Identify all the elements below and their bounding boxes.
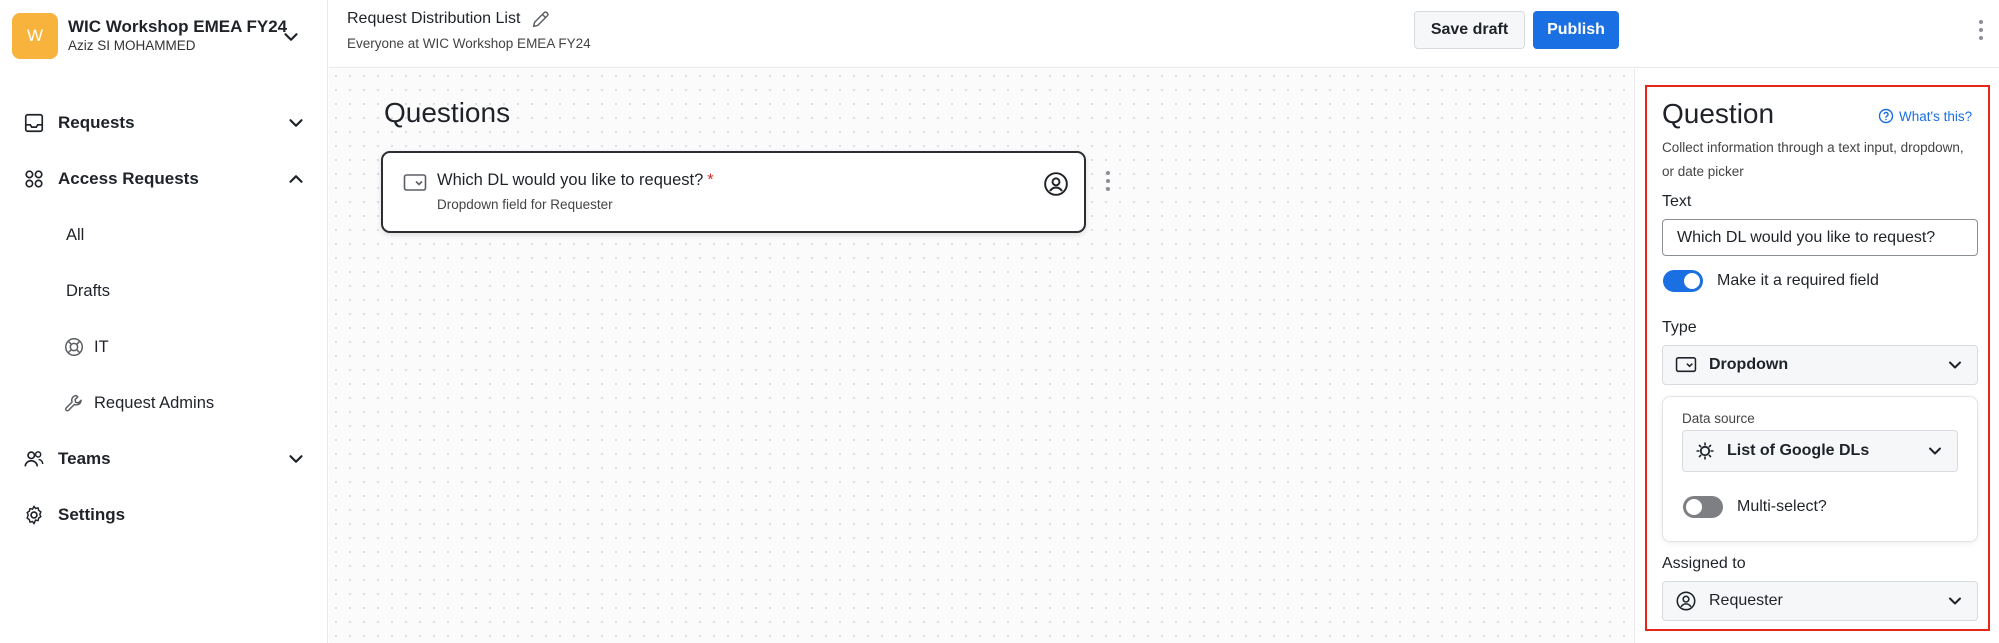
sidebar: W WIC Workshop EMEA FY24 Aziz SI MOHAMME… bbox=[0, 0, 328, 643]
required-toggle[interactable] bbox=[1663, 270, 1703, 292]
whats-this-link[interactable]: What's this? bbox=[1878, 108, 1972, 124]
chevron-down-icon bbox=[1949, 597, 1961, 605]
question-text-label: Which DL would you like to request? bbox=[437, 171, 704, 189]
assigned-to-label: Assigned to bbox=[1662, 555, 1746, 572]
multiselect-toggle-label: Multi-select? bbox=[1737, 498, 1827, 515]
chevron-down-icon[interactable] bbox=[285, 448, 307, 470]
lifebuoy-icon bbox=[62, 335, 86, 359]
publish-button[interactable]: Publish bbox=[1533, 11, 1619, 49]
chevron-down-icon bbox=[1949, 361, 1961, 369]
sidebar-item-label: Requests bbox=[58, 113, 135, 132]
chevron-down-icon bbox=[1929, 447, 1941, 455]
question-text-input[interactable]: Which DL would you like to request? bbox=[1662, 219, 1978, 256]
sidebar-item-settings[interactable]: Settings bbox=[22, 500, 307, 530]
whats-this-label: What's this? bbox=[1899, 108, 1973, 124]
sidebar-item-label: Teams bbox=[58, 449, 111, 468]
multiselect-toggle[interactable] bbox=[1683, 496, 1723, 518]
sidebar-item-label: Access Requests bbox=[58, 169, 199, 188]
question-card[interactable]: Which DL would you like to request? * Dro… bbox=[381, 151, 1086, 233]
sidebar-item-teams[interactable]: Teams bbox=[22, 444, 307, 474]
google-groups-icon bbox=[1696, 442, 1714, 460]
page-subtitle: Everyone at WIC Workshop EMEA FY24 bbox=[347, 36, 591, 51]
sidebar-subitem-all[interactable]: All bbox=[66, 220, 84, 250]
toggle-knob bbox=[1684, 273, 1700, 289]
workspace-user: Aziz SI MOHAMMED bbox=[68, 38, 196, 53]
question-subtitle: Dropdown field for Requester bbox=[437, 197, 613, 212]
gear-icon bbox=[22, 503, 46, 527]
toggle-knob bbox=[1686, 499, 1702, 515]
data-source-select[interactable]: List of Google DLs bbox=[1682, 430, 1958, 472]
sidebar-subitem-drafts[interactable]: Drafts bbox=[66, 276, 110, 306]
sidebar-item-access-requests[interactable]: Access Requests bbox=[22, 164, 307, 194]
apps-icon bbox=[22, 167, 46, 191]
more-vertical-icon[interactable] bbox=[1977, 18, 1985, 42]
panel-title: Question bbox=[1662, 98, 1775, 129]
data-source-label: Data source bbox=[1682, 411, 1755, 426]
workspace-switcher[interactable]: W WIC Workshop EMEA FY24 Aziz SI MOHAMME… bbox=[12, 12, 312, 60]
request-title[interactable]: Request Distribution List bbox=[347, 8, 552, 30]
dropdown-field-icon bbox=[403, 174, 427, 191]
inbox-icon bbox=[22, 111, 46, 135]
sidebar-subitem-label: All bbox=[66, 225, 85, 244]
sidebar-subitem-it[interactable]: IT bbox=[65, 332, 109, 362]
chevron-up-icon[interactable] bbox=[285, 168, 307, 190]
wrench-icon bbox=[62, 391, 86, 415]
top-bar: Request Distribution List Everyone at WI… bbox=[329, 0, 1999, 68]
user-circle-icon bbox=[1675, 590, 1697, 612]
workspace-avatar: W bbox=[12, 13, 58, 59]
assigned-to-select[interactable]: Requester bbox=[1662, 581, 1978, 621]
data-source-value: List of Google DLs bbox=[1727, 442, 1870, 459]
sidebar-item-label: Settings bbox=[58, 505, 126, 524]
save-draft-button[interactable]: Save draft bbox=[1414, 11, 1525, 49]
sidebar-subitem-label: Drafts bbox=[66, 281, 111, 300]
type-select[interactable]: Dropdown bbox=[1662, 345, 1978, 385]
text-label: Text bbox=[1662, 193, 1692, 210]
questions-heading: Questions bbox=[384, 97, 511, 128]
sidebar-subitem-label: Request Admins bbox=[94, 393, 215, 412]
user-circle-icon bbox=[1044, 172, 1068, 196]
sidebar-subitem-request-admins[interactable]: Request Admins bbox=[65, 388, 215, 418]
more-vertical-icon[interactable] bbox=[1104, 169, 1112, 193]
questions-canvas: Questions Which DL would you like to req… bbox=[329, 69, 1633, 643]
chevron-down-icon[interactable] bbox=[285, 112, 307, 134]
dropdown-field-icon bbox=[1675, 354, 1697, 376]
people-icon bbox=[22, 447, 46, 471]
pencil-icon[interactable] bbox=[530, 8, 552, 30]
chevron-down-icon[interactable] bbox=[280, 26, 302, 48]
required-toggle-label: Make it a required field bbox=[1717, 272, 1879, 289]
question-text: Which DL would you like to request? * bbox=[437, 171, 714, 190]
type-label: Type bbox=[1662, 319, 1697, 336]
required-mark: * bbox=[707, 171, 714, 189]
help-circle-icon bbox=[1878, 108, 1894, 124]
page-title: Request Distribution List bbox=[347, 10, 521, 27]
sidebar-subitem-label: IT bbox=[94, 337, 109, 356]
sidebar-item-requests[interactable]: Requests bbox=[22, 108, 307, 138]
workspace-name: WIC Workshop EMEA FY24 bbox=[68, 17, 288, 36]
assigned-to-value: Requester bbox=[1709, 592, 1783, 609]
type-select-value: Dropdown bbox=[1709, 356, 1789, 373]
panel-description: Collect information through a text input… bbox=[1662, 140, 1964, 179]
